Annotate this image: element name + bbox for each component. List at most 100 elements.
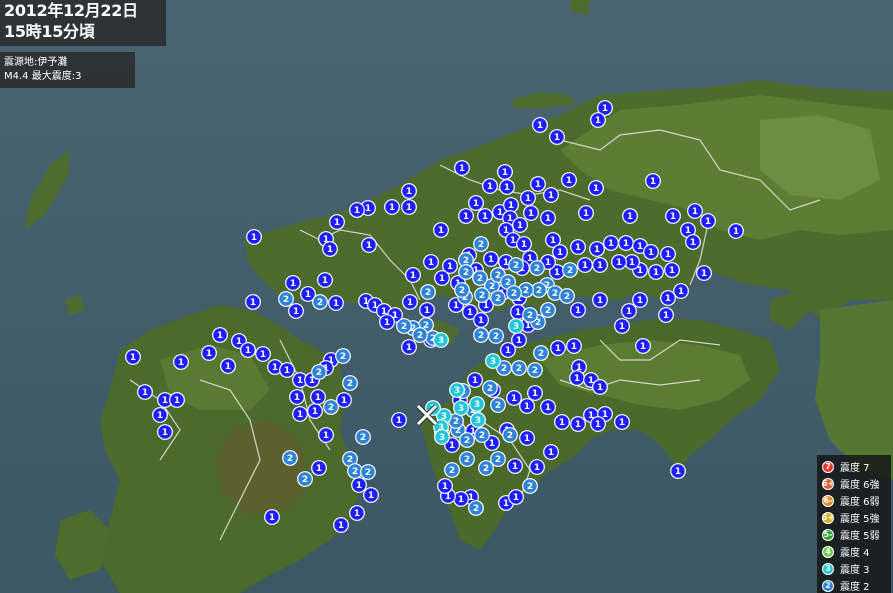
svg-text:2: 2: [365, 468, 371, 478]
epicenter-label: 震源地:伊予灘: [4, 57, 68, 68]
station-marker: 1: [519, 430, 535, 446]
station-marker: 1: [349, 505, 365, 521]
svg-text:2: 2: [425, 288, 431, 298]
svg-text:1: 1: [365, 204, 371, 214]
date-label: 2012年12月22日: [4, 1, 138, 20]
station-marker: 1: [137, 384, 153, 400]
time-label: 15時15分頃: [4, 22, 95, 41]
station-marker: 3: [434, 429, 450, 445]
svg-text:2: 2: [287, 454, 293, 464]
station-marker: 2: [473, 236, 489, 252]
svg-text:1: 1: [593, 184, 599, 194]
legend-label: 震度 2: [840, 582, 870, 593]
svg-text:1: 1: [396, 416, 402, 426]
station-marker: 1: [570, 302, 586, 318]
svg-text:1: 1: [217, 331, 223, 341]
svg-text:1: 1: [473, 199, 479, 209]
station-marker: 2: [468, 500, 484, 516]
svg-text:1: 1: [692, 207, 698, 217]
svg-text:1: 1: [504, 183, 510, 193]
station-marker: 1: [696, 265, 712, 281]
svg-text:1: 1: [515, 308, 521, 318]
svg-text:1: 1: [597, 383, 603, 393]
station-marker: 2: [522, 307, 538, 323]
svg-text:1: 1: [142, 388, 148, 398]
svg-text:2: 2: [464, 436, 470, 446]
station-marker: 1: [289, 389, 305, 405]
svg-text:3: 3: [490, 357, 496, 367]
svg-text:1: 1: [488, 255, 494, 265]
svg-text:1: 1: [322, 276, 328, 286]
station-marker: 1: [401, 183, 417, 199]
station-marker: 1: [561, 172, 577, 188]
station-marker: 1: [322, 241, 338, 257]
datetime-panel: 2012年12月22日 15時15分頃: [0, 0, 166, 46]
svg-text:1: 1: [626, 307, 632, 317]
svg-text:3: 3: [454, 386, 460, 396]
svg-text:1: 1: [178, 358, 184, 368]
svg-text:1: 1: [406, 187, 412, 197]
station-marker: 1: [728, 223, 744, 239]
svg-text:1: 1: [356, 481, 362, 491]
station-marker: 1: [511, 332, 527, 348]
station-marker: 2: [312, 294, 328, 310]
svg-text:2: 2: [536, 286, 542, 296]
svg-text:2: 2: [532, 366, 538, 376]
svg-text:1: 1: [483, 301, 489, 311]
svg-text:1: 1: [669, 266, 675, 276]
svg-text:1: 1: [597, 261, 603, 271]
station-marker: 1: [673, 283, 689, 299]
station-marker: 1: [550, 340, 566, 356]
svg-text:1: 1: [162, 428, 168, 438]
station-marker: 2: [458, 264, 474, 280]
svg-text:1: 1: [537, 121, 543, 131]
station-marker: 1: [401, 199, 417, 215]
legend-badge: 3: [822, 562, 834, 575]
station-marker: 2: [454, 282, 470, 298]
svg-text:2: 2: [317, 298, 323, 308]
svg-text:1: 1: [245, 346, 251, 356]
station-marker: 3: [453, 400, 469, 416]
svg-text:1: 1: [453, 301, 459, 311]
svg-text:2: 2: [552, 289, 558, 299]
station-marker: 1: [401, 339, 417, 355]
svg-text:2: 2: [473, 504, 479, 514]
station-marker: 1: [618, 235, 634, 251]
svg-text:2: 2: [360, 433, 366, 443]
station-marker: 1: [588, 180, 604, 196]
svg-text:1: 1: [701, 269, 707, 279]
svg-text:2: 2: [527, 311, 533, 321]
station-marker: 1: [212, 327, 228, 343]
station-marker: 1: [402, 294, 418, 310]
svg-text:1: 1: [616, 258, 622, 268]
station-marker: 2: [533, 345, 549, 361]
svg-text:1: 1: [524, 434, 530, 444]
svg-text:1: 1: [508, 201, 514, 211]
station-marker: 2: [347, 463, 363, 479]
station-marker: 2: [490, 397, 506, 413]
station-marker: 1: [592, 379, 608, 395]
station-marker: 1: [589, 241, 605, 257]
svg-text:1: 1: [478, 316, 484, 326]
svg-text:1: 1: [384, 318, 390, 328]
svg-text:1: 1: [327, 245, 333, 255]
station-marker: 2: [473, 327, 489, 343]
svg-text:1: 1: [225, 362, 231, 372]
svg-text:1: 1: [497, 208, 503, 218]
svg-text:1: 1: [503, 258, 509, 268]
svg-text:1: 1: [251, 233, 257, 243]
station-marker: 1: [507, 458, 523, 474]
station-marker: 1: [454, 160, 470, 176]
station-marker: 1: [508, 489, 524, 505]
station-marker: 2: [490, 290, 506, 306]
svg-text:2: 2: [495, 294, 501, 304]
station-marker: 1: [520, 190, 536, 206]
svg-text:1: 1: [595, 420, 601, 430]
svg-text:2: 2: [463, 268, 469, 278]
svg-text:1: 1: [528, 209, 534, 219]
station-marker: 1: [434, 270, 450, 286]
station-marker: 1: [570, 239, 586, 255]
station-marker: 1: [169, 392, 185, 408]
svg-text:2: 2: [302, 475, 308, 485]
svg-text:2: 2: [487, 384, 493, 394]
